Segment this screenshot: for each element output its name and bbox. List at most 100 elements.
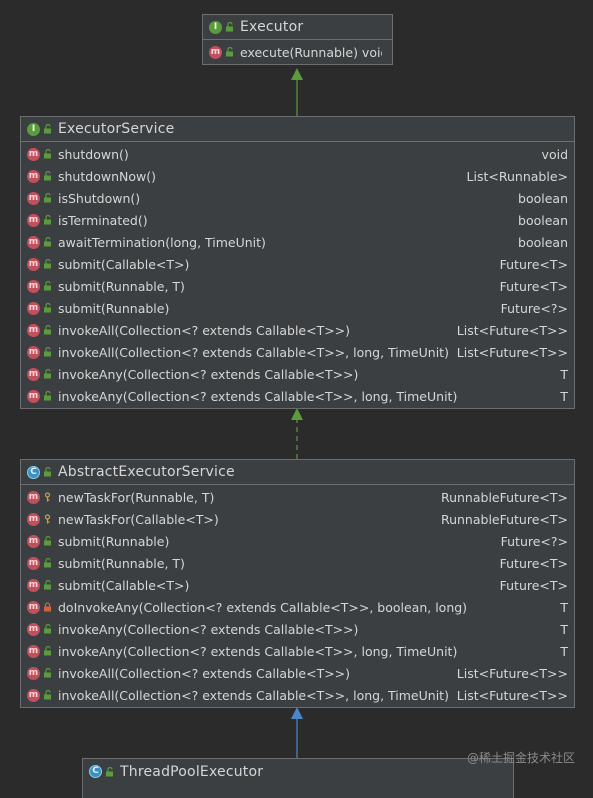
method-signature: invokeAny(Collection<? extends Callable<…	[58, 643, 458, 659]
method-signature: invokeAll(Collection<? extends Callable<…	[58, 687, 449, 703]
method-row[interactable]: m invokeAny(Collection<? extends Callable…	[21, 640, 574, 662]
method-icon: m	[209, 45, 222, 59]
method-signature: shutdownNow()	[58, 168, 156, 184]
public-lock-open-icon	[44, 171, 51, 181]
public-lock-open-icon	[44, 580, 51, 590]
method-return-type: boolean	[518, 190, 568, 206]
public-lock-open-icon	[44, 215, 51, 225]
method-icon: m	[27, 367, 40, 381]
method-row[interactable]: m doInvokeAny(Collection<? extends Callab…	[21, 596, 574, 618]
method-icon: m	[27, 169, 40, 183]
method-row[interactable]: m invokeAny(Collection<? extends Callable…	[21, 363, 574, 385]
method-return-type: List<Future<T>>	[456, 322, 568, 338]
public-lock-open-icon	[44, 624, 51, 634]
method-icon: m	[27, 534, 40, 548]
method-row[interactable]: m submit(Runnable) Future<?>	[21, 530, 574, 552]
public-lock-open-icon	[44, 281, 51, 291]
protected-key-icon	[44, 492, 51, 502]
abstractexecutorservice-method-list: m newTaskFor(Runnable, T) RunnableFuture<T…	[21, 485, 574, 706]
method-return-type: Future<T>	[499, 577, 568, 593]
executorservice-header: I ExecutorService	[21, 117, 574, 142]
method-row[interactable]: m execute(Runnable) void	[203, 41, 392, 63]
method-row[interactable]: m awaitTermination(long, TimeUnit) boolean	[21, 231, 574, 253]
method-icon: m	[27, 490, 40, 504]
threadpoolexecutor-header: C ThreadPoolExecutor	[83, 759, 513, 784]
private-lock-icon	[44, 602, 51, 612]
method-row[interactable]: m invokeAll(Collection<? extends Callable…	[21, 662, 574, 684]
method-signature: invokeAll(Collection<? extends Callable<…	[58, 665, 351, 681]
abstractexecutorservice-class-box[interactable]: C AbstractExecutorService m newTaskFor(Ru…	[20, 459, 575, 708]
method-return-type: T	[560, 366, 568, 382]
method-row[interactable]: m newTaskFor(Callable<T>) RunnableFuture<T…	[21, 508, 574, 530]
watermark: @稀土掘金技术社区	[466, 751, 575, 765]
method-row[interactable]: m invokeAny(Collection<? extends Callable…	[21, 618, 574, 640]
public-lock-open-icon	[106, 766, 113, 776]
method-row[interactable]: m invokeAll(Collection<? extends Callable…	[21, 684, 574, 706]
method-return-type: Future<T>	[499, 555, 568, 571]
public-lock-open-icon	[226, 47, 233, 57]
method-return-type: Future<T>	[499, 256, 568, 272]
method-icon: m	[27, 323, 40, 337]
method-signature: invokeAll(Collection<? extends Callable<…	[58, 322, 351, 338]
method-return-type: boolean	[518, 234, 568, 250]
public-lock-open-icon	[44, 325, 51, 335]
method-icon: m	[27, 644, 40, 658]
method-row[interactable]: m shutdownNow() List<Runnable>	[21, 165, 574, 187]
method-signature: invokeAny(Collection<? extends Callable<…	[58, 366, 359, 382]
abstractexecutorservice-header: C AbstractExecutorService	[21, 460, 574, 485]
method-icon: m	[27, 301, 40, 315]
threadpoolexecutor-title: ThreadPoolExecutor	[120, 763, 264, 780]
threadpoolexecutor-class-box[interactable]: C ThreadPoolExecutor	[82, 758, 514, 798]
public-lock-open-icon	[44, 558, 51, 568]
method-signature: submit(Runnable, T)	[58, 555, 185, 571]
method-row[interactable]: m isShutdown() boolean	[21, 187, 574, 209]
method-icon: m	[27, 622, 40, 636]
implements-arrowhead-executorservice	[291, 408, 303, 420]
public-lock-open-icon	[44, 668, 51, 678]
method-return-type: RunnableFuture<T>	[440, 511, 568, 527]
method-return-type: T	[560, 621, 568, 637]
method-return-type: void	[541, 146, 568, 162]
protected-key-icon	[44, 514, 51, 524]
method-icon: m	[27, 600, 40, 614]
method-row[interactable]: m submit(Callable<T>) Future<T>	[21, 253, 574, 275]
abstractexecutorservice-title: AbstractExecutorService	[58, 464, 235, 480]
method-signature: invokeAll(Collection<? extends Callable<…	[58, 344, 449, 360]
public-lock-open-icon	[44, 646, 51, 656]
method-signature: submit(Runnable, T)	[58, 278, 185, 294]
interface-icon: I	[27, 122, 40, 136]
method-signature: isTerminated()	[58, 212, 148, 228]
method-return-type: boolean	[518, 212, 568, 228]
method-return-type: T	[560, 599, 568, 615]
method-row[interactable]: m invokeAll(Collection<? extends Callable…	[21, 341, 574, 363]
public-lock-open-icon	[44, 149, 51, 159]
method-row[interactable]: m submit(Runnable) Future<?>	[21, 297, 574, 319]
method-row[interactable]: m invokeAny(Collection<? extends Callable…	[21, 385, 574, 407]
executorservice-title: ExecutorService	[58, 121, 175, 137]
method-row[interactable]: m isTerminated() boolean	[21, 209, 574, 231]
method-return-type: List<Runnable>	[466, 168, 568, 184]
method-signature: invokeAny(Collection<? extends Callable<…	[58, 621, 359, 637]
method-return-type: List<Future<T>>	[456, 687, 568, 703]
method-return-type: List<Future<T>>	[456, 665, 568, 681]
method-row[interactable]: m shutdown() void	[21, 143, 574, 165]
executor-interface-box[interactable]: I Executor m execute(Runnable) void	[202, 14, 393, 65]
executor-method-list: m execute(Runnable) void	[203, 40, 392, 63]
method-row[interactable]: m newTaskFor(Runnable, T) RunnableFuture<T…	[21, 486, 574, 508]
method-icon: m	[27, 213, 40, 227]
method-row[interactable]: m submit(Runnable, T) Future<T>	[21, 275, 574, 297]
public-lock-open-icon	[44, 303, 51, 313]
public-lock-open-icon	[44, 536, 51, 546]
executorservice-interface-box[interactable]: I ExecutorService m shutdown() void m shutdo…	[20, 116, 575, 409]
method-row[interactable]: m submit(Callable<T>) Future<T>	[21, 574, 574, 596]
public-lock-open-icon	[44, 193, 51, 203]
extends-arrowhead-abstract	[291, 707, 303, 719]
method-return-type: T	[560, 388, 568, 404]
public-lock-open-icon	[44, 369, 51, 379]
method-row[interactable]: m invokeAll(Collection<? extends Callable…	[21, 319, 574, 341]
method-signature: execute(Runnable) void	[240, 44, 382, 60]
method-signature: invokeAny(Collection<? extends Callable<…	[58, 388, 458, 404]
method-row[interactable]: m submit(Runnable, T) Future<T>	[21, 552, 574, 574]
public-lock-open-icon	[44, 237, 51, 247]
class-icon: C	[27, 465, 40, 479]
